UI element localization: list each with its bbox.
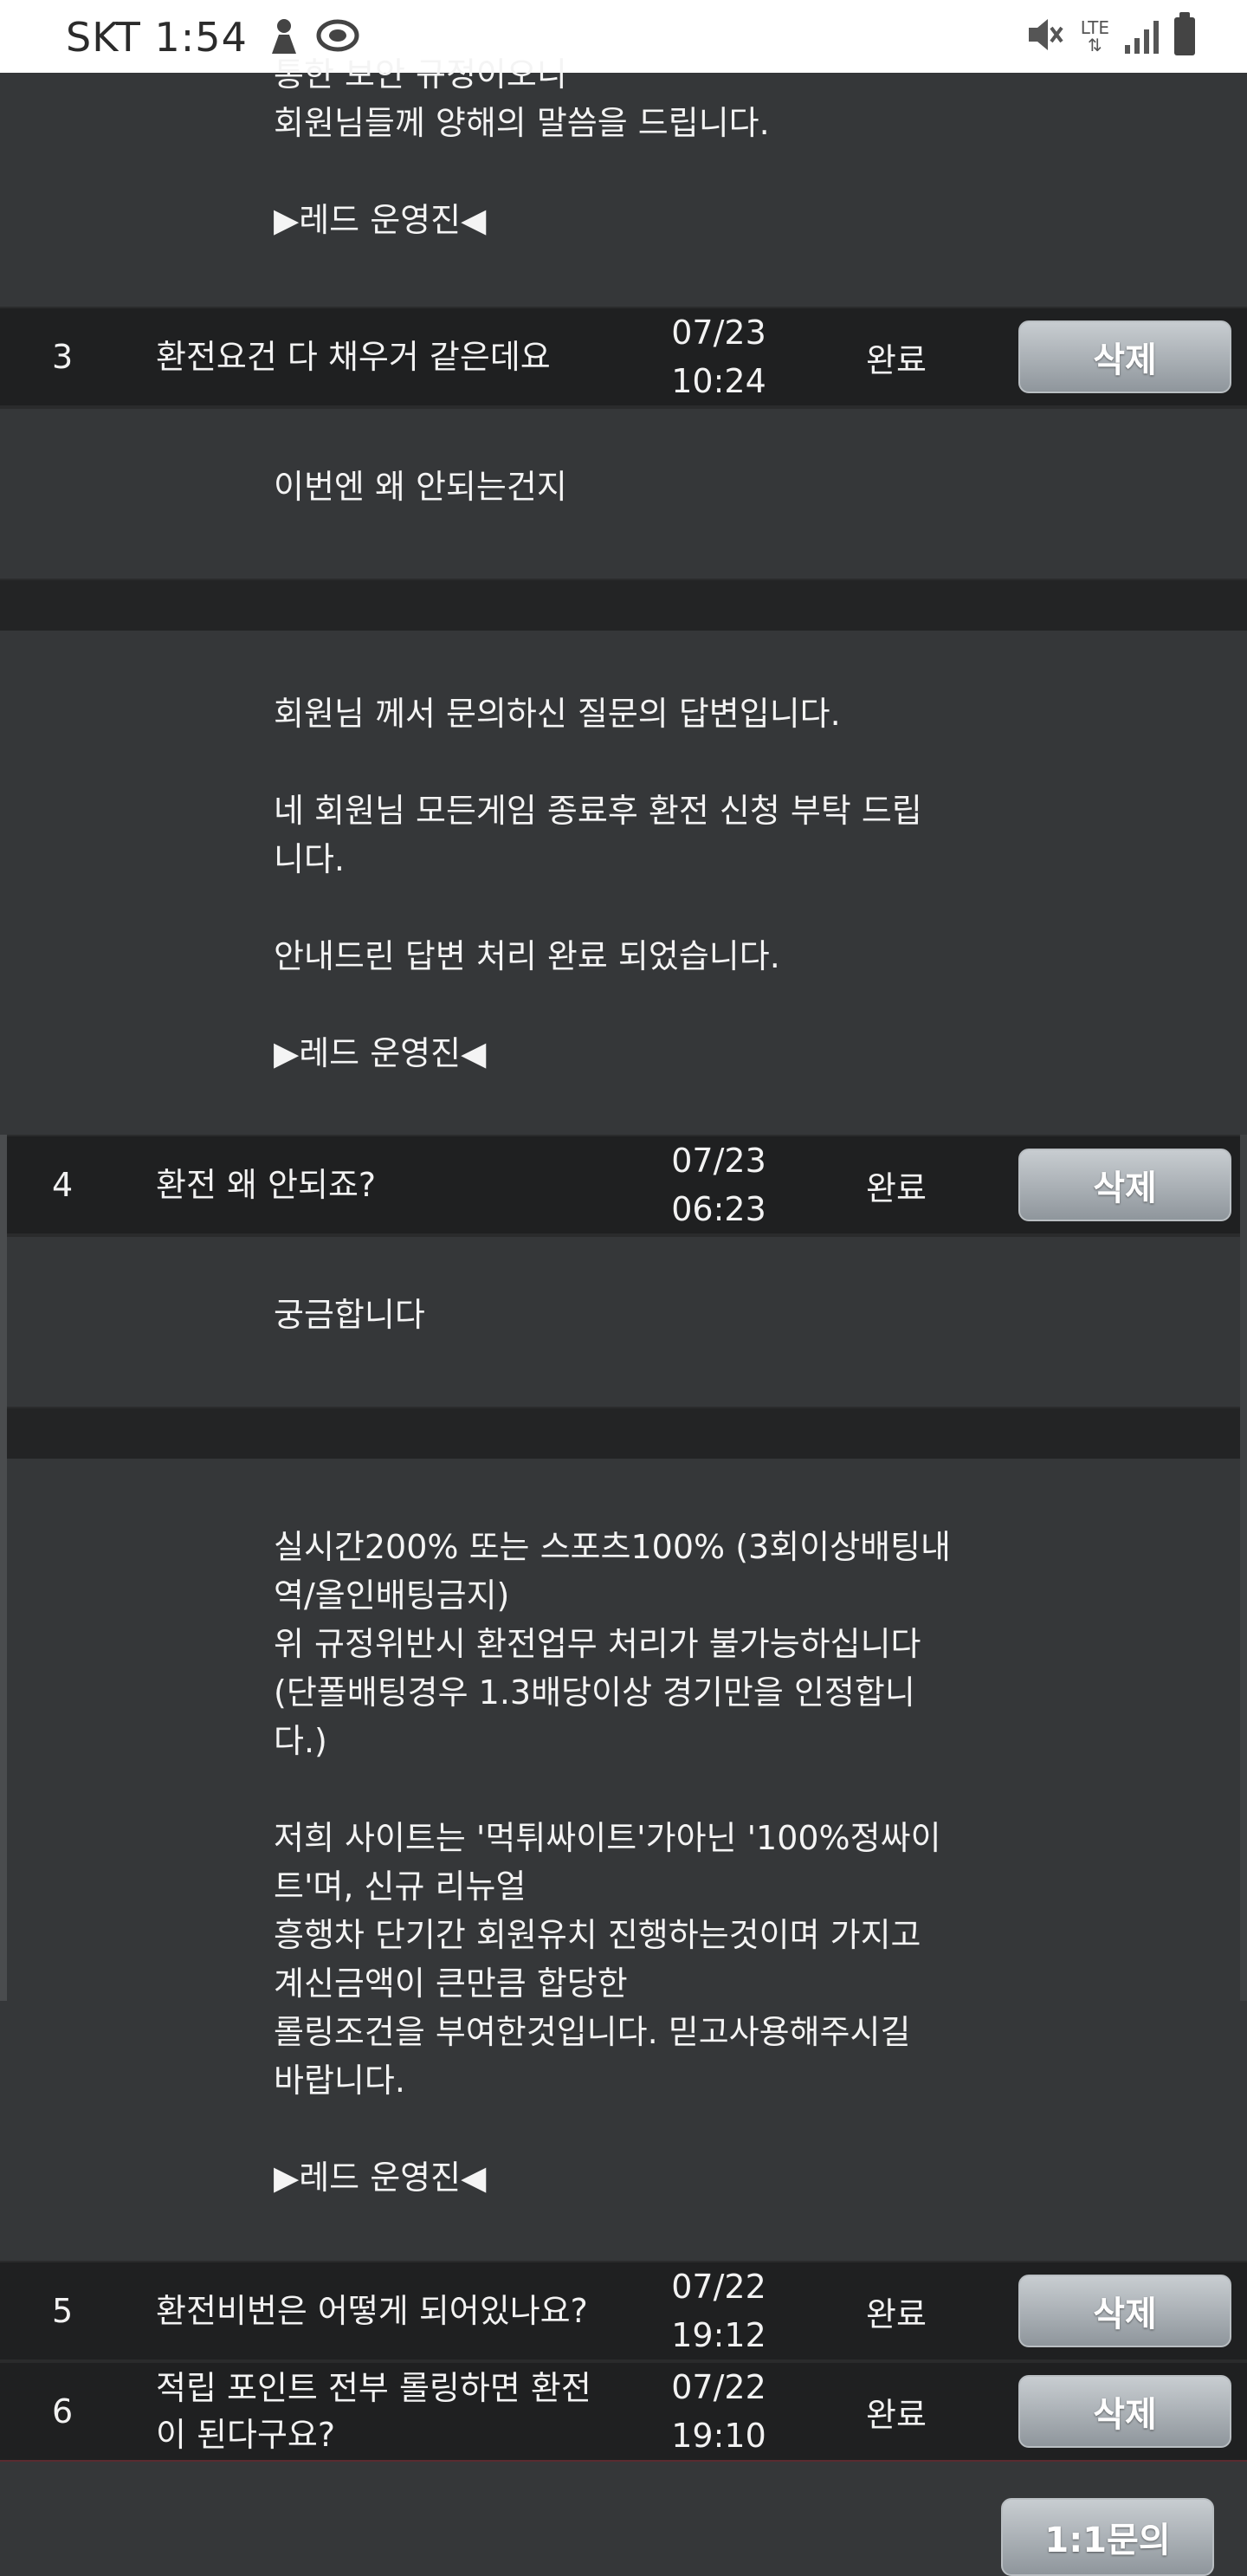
scrollbar-right[interactable] bbox=[1240, 1135, 1247, 2001]
lte-icon: LTE ⇅ bbox=[1080, 17, 1109, 55]
row-time: 19:10 bbox=[671, 2417, 766, 2455]
delete-button[interactable]: 삭제 bbox=[1018, 1149, 1231, 1221]
row-status: 완료 bbox=[866, 2395, 927, 2434]
row-date: 07/22 bbox=[671, 2268, 766, 2306]
answer-text: 통한 보안 규정이오니 회원님들께 양해의 말씀을 드립니다. ▶레드 운영진◀ bbox=[274, 55, 770, 239]
row-datetime: 07/23 06:23 bbox=[641, 1136, 797, 1233]
row-date: 07/23 bbox=[671, 1142, 766, 1180]
answer-panel: 실시간200% 또는 스포츠100% (3회이상배팅내 역/올인배팅금지) 위 … bbox=[0, 1459, 1247, 2261]
row-datetime: 07/22 19:12 bbox=[641, 2262, 797, 2359]
row-datetime: 07/22 19:10 bbox=[641, 2363, 797, 2460]
row-status: 완료 bbox=[866, 1168, 927, 1207]
answer-panel: 통한 보안 규정이오니 회원님들께 양해의 말씀을 드립니다. ▶레드 운영진◀ bbox=[0, 55, 1247, 307]
row-time: 10:24 bbox=[671, 362, 766, 400]
table-row[interactable]: 4 환전 왜 안되죠? 07/23 06:23 완료 삭제 bbox=[0, 1135, 1247, 1235]
signal-icon bbox=[1125, 19, 1159, 54]
inquiry-list: 통한 보안 규정이오니 회원님들께 양해의 말씀을 드립니다. ▶레드 운영진◀… bbox=[0, 55, 1247, 2462]
row-title[interactable]: 환전비번은 어떻게 되어있나요? bbox=[156, 2262, 641, 2359]
delete-button[interactable]: 삭제 bbox=[1018, 2375, 1231, 2448]
mute-icon bbox=[1025, 16, 1065, 57]
answer-text: 실시간200% 또는 스포츠100% (3회이상배팅내 역/올인배팅금지) 위 … bbox=[274, 1528, 951, 2197]
question-panel: 궁금합니다 bbox=[0, 1235, 1247, 1407]
table-row[interactable]: 6 적립 포인트 전부 롤링하면 환전 이 된다구요? 07/22 19:10 … bbox=[0, 2361, 1247, 2462]
row-title[interactable]: 환전요건 다 채우거 같은데요 bbox=[156, 308, 641, 405]
question-text: 이번엔 왜 안되는건지 bbox=[274, 468, 567, 506]
answer-text: 회원님 께서 문의하신 질문의 답변입니다. 네 회원님 모든게임 종료후 환전… bbox=[274, 695, 922, 1072]
table-row[interactable]: 5 환전비번은 어떻게 되어있나요? 07/22 19:12 완료 삭제 bbox=[0, 2261, 1247, 2361]
row-date: 07/23 bbox=[671, 314, 766, 352]
row-date: 07/22 bbox=[671, 2368, 766, 2406]
table-row[interactable]: 3 환전요건 다 채우거 같은데요 07/23 10:24 완료 삭제 bbox=[0, 307, 1247, 407]
row-status: 완료 bbox=[866, 2294, 927, 2333]
answer-panel: 회원님 께서 문의하신 질문의 답변입니다. 네 회원님 모든게임 종료후 환전… bbox=[0, 631, 1247, 1135]
row-divider bbox=[0, 1407, 1247, 1459]
row-time: 19:12 bbox=[671, 2316, 766, 2354]
lte-label: LTE bbox=[1080, 17, 1109, 38]
question-text: 궁금합니다 bbox=[274, 1296, 425, 1334]
battery-icon bbox=[1174, 12, 1195, 55]
delete-button[interactable]: 삭제 bbox=[1018, 320, 1231, 393]
row-number: 6 bbox=[52, 2392, 74, 2430]
row-divider bbox=[0, 579, 1247, 631]
row-status: 완료 bbox=[866, 340, 927, 379]
row-number: 4 bbox=[52, 1166, 74, 1204]
question-panel: 이번엔 왜 안되는건지 bbox=[0, 407, 1247, 579]
row-title[interactable]: 환전 왜 안되죠? bbox=[156, 1136, 641, 1233]
row-title[interactable]: 적립 포인트 전부 롤링하면 환전 이 된다구요? bbox=[156, 2363, 641, 2460]
row-number: 3 bbox=[52, 338, 74, 376]
delete-button[interactable]: 삭제 bbox=[1018, 2275, 1231, 2347]
row-datetime: 07/23 10:24 bbox=[641, 308, 797, 405]
row-number: 5 bbox=[52, 2292, 74, 2330]
row-time: 06:23 bbox=[671, 1190, 766, 1228]
inquiry-button[interactable]: 1:1문의 bbox=[1001, 2498, 1214, 2576]
scrollbar-left[interactable] bbox=[0, 1135, 7, 2001]
